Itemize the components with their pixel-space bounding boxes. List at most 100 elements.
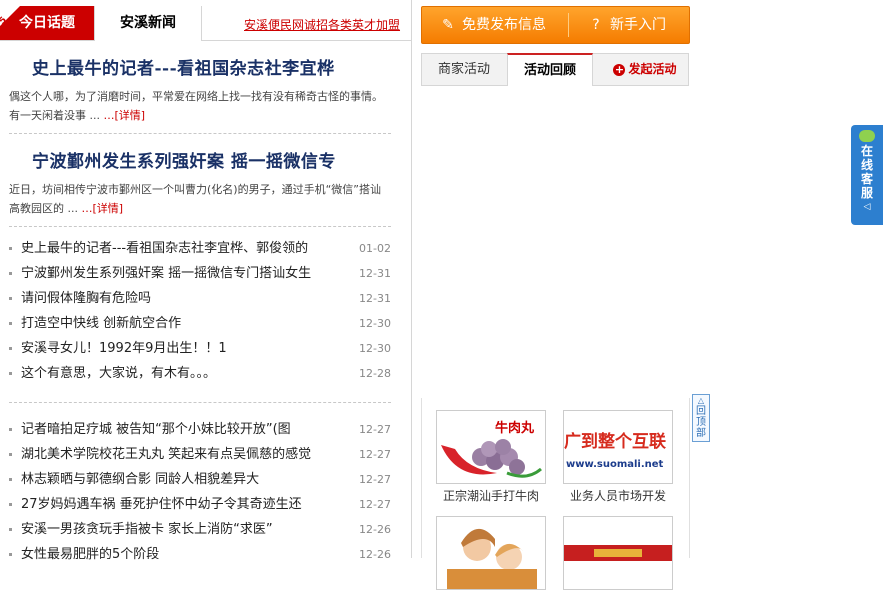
news-date: 12-30 [359, 342, 391, 355]
bullet-icon [9, 453, 12, 456]
news-link[interactable]: 请问假体隆胸有危险吗 [21, 286, 341, 311]
news-date: 12-28 [359, 367, 391, 380]
list-item: 安溪一男孩贪玩手指被卡 家长上消防“求医” 12-26 [9, 517, 391, 542]
list-item: 史上最牛的记者---看祖国杂志社李宜桦、郭俊领的 01-02 [9, 236, 391, 261]
back-to-top-button[interactable]: △ 回顶部 [692, 394, 710, 442]
details-link[interactable]: …[详情] [104, 109, 146, 122]
ad-image-text: 广到整个互联 [564, 432, 666, 452]
news-link[interactable]: 史上最牛的记者---看祖国杂志社李宜桦、郭俊领的 [21, 236, 341, 261]
bullet-icon [9, 272, 12, 275]
arrow-left-icon: ◁ [863, 202, 871, 212]
divider [9, 402, 391, 403]
ad-item[interactable] [436, 516, 546, 590]
news-link[interactable]: 安溪寻女儿！1992年9月出生！！1 [21, 336, 341, 361]
featured-summary-text: 近日，坊间相传宁波市鄞州区一个叫曹力(化名)的男子，通过手机“微信”搭讪高教园区… [9, 183, 381, 215]
news-date: 12-31 [359, 292, 391, 305]
tab-today-topic-label: 今日话题 [19, 15, 75, 31]
plus-icon: + [613, 63, 626, 76]
ad-gallery: 牛肉丸 正宗潮汕手打牛肉 广到整个互联 www.suomali.net 业务人员… [421, 398, 690, 590]
activity-tabs: 商家活动 活动回顾 + 发起活动 [421, 53, 689, 86]
list-item: 林志颖晒与郭德纲合影 同龄人相貌差异大 12-27 [9, 467, 391, 492]
featured-title[interactable]: 宁波鄞州发生系列强奸案 摇一摇微信专 [9, 147, 391, 172]
action-bar: ✎ 免费发布信息 ? 新手入门 [421, 6, 690, 44]
list-item: 27岁妈妈遇车祸 垂死护住怀中幼子令其奇迹生还 12-27 [9, 492, 391, 517]
bullet-icon [9, 478, 12, 481]
details-link[interactable]: …[详情] [82, 202, 124, 215]
news-tabbar: 5 今日话题 安溪新闻 安溪便民网诚招各类英才加盟 [0, 6, 411, 41]
featured-summary-text: 偶这个人哪，为了消磨时间，平常爱在网络上找一找有没有稀奇古怪的事情。有一天闲着没… [9, 90, 383, 122]
marketing-image: 广到整个互联 www.suomali.net [563, 410, 673, 484]
news-link[interactable]: 宁波鄞州发生系列强奸案 摇一摇微信专门搭讪女生 [21, 261, 341, 286]
news-list: 记者暗拍足疗城 被告知“那个小妹比较开放”(图 12-27 湖北美术学院校花王丸丸… [9, 417, 391, 567]
news-link[interactable]: 湖北美术学院校花王丸丸 笑起来有点吴佩慈的感觉 [21, 442, 341, 467]
family-photo-graphic [447, 528, 537, 589]
list-item: 请问假体隆胸有危险吗 12-31 [9, 286, 391, 311]
beginner-guide-label: 新手入门 [610, 17, 666, 33]
launch-activity-button[interactable]: + 发起活动 [602, 54, 688, 85]
divider [9, 133, 391, 134]
ad-image-subtext: www.suomali.net [566, 459, 664, 470]
news-date: 12-26 [359, 548, 391, 561]
list-item: 女性最易肥胖的5个阶段 12-26 [9, 542, 391, 567]
bullet-icon [9, 553, 12, 556]
news-link[interactable]: 女性最易肥胖的5个阶段 [21, 542, 341, 567]
news-link[interactable]: 安溪一男孩贪玩手指被卡 家长上消防“求医” [21, 517, 341, 542]
bullet-icon [9, 297, 12, 300]
family-photo [436, 516, 546, 590]
online-service-tab[interactable]: 在线客服 ◁ [851, 125, 883, 225]
news-link[interactable]: 这个有意思，大家说，有木有。。。 [21, 361, 341, 386]
bullet-icon [9, 247, 12, 250]
tab-today-topic[interactable]: 5 今日话题 [0, 6, 94, 40]
featured-summary: 近日，坊间相传宁波市鄞州区一个叫曹力(化名)的男子，通过手机“微信”搭讪高教园区… [9, 180, 391, 218]
ad-item[interactable] [563, 516, 673, 590]
news-date: 12-27 [359, 423, 391, 436]
news-date: 12-27 [359, 498, 391, 511]
list-item: 安溪寻女儿！1992年9月出生！！1 12-30 [9, 336, 391, 361]
news-date: 12-31 [359, 267, 391, 280]
product-photo-graphic [564, 545, 672, 561]
back-to-top-label: 回顶部 [696, 406, 706, 439]
news-panel: 5 今日话题 安溪新闻 安溪便民网诚招各类英才加盟 史上最牛的记者---看祖国杂… [0, 0, 412, 562]
news-link[interactable]: 打造空中快线 创新航空合作 [21, 311, 341, 336]
ad-image-text: 牛肉丸 [495, 421, 535, 436]
tab-activity-review[interactable]: 活动回顾 [507, 53, 593, 86]
bullet-icon [9, 503, 12, 506]
recruit-link[interactable]: 安溪便民网诚招各类英才加盟 [244, 16, 400, 33]
featured-title[interactable]: 史上最牛的记者---看祖国杂志社李宜桦 [9, 54, 391, 79]
featured-summary: 偶这个人哪，为了消磨时间，平常爱在网络上找一找有没有稀奇古怪的事情。有一天闲着没… [9, 87, 391, 125]
list-item: 这个有意思，大家说，有木有。。。 12-28 [9, 361, 391, 386]
bullet-icon [9, 372, 12, 375]
bullet-icon [9, 528, 12, 531]
news-link[interactable]: 27岁妈妈遇车祸 垂死护住怀中幼子令其奇迹生还 [21, 492, 341, 517]
list-item: 湖北美术学院校花王丸丸 笑起来有点吴佩慈的感觉 12-27 [9, 442, 391, 467]
publish-info-button[interactable]: ✎ 免费发布信息 [440, 7, 546, 43]
online-service-label: 在线客服 [860, 144, 873, 200]
pencil-icon: ✎ [442, 17, 454, 33]
divider [9, 226, 391, 227]
news-date: 12-27 [359, 448, 391, 461]
list-item: 记者暗拍足疗城 被告知“那个小妹比较开放”(图 12-27 [9, 417, 391, 442]
beef-ball-image: 牛肉丸 [436, 410, 546, 484]
news-list: 史上最牛的记者---看祖国杂志社李宜桦、郭俊领的 01-02 宁波鄞州发生系列强奸… [9, 236, 391, 386]
launch-activity-label: 发起活动 [628, 62, 677, 76]
beginner-guide-button[interactable]: ? 新手入门 [588, 7, 666, 43]
ad-item[interactable]: 牛肉丸 正宗潮汕手打牛肉 [436, 410, 546, 504]
question-icon: ? [592, 17, 600, 33]
ad-caption: 正宗潮汕手打牛肉 [442, 489, 539, 503]
list-item: 打造空中快线 创新航空合作 12-30 [9, 311, 391, 336]
list-item: 宁波鄞州发生系列强奸案 摇一摇微信专门搭讪女生 12-31 [9, 261, 391, 286]
tab-merchant-activity[interactable]: 商家活动 [422, 54, 506, 85]
news-date: 01-02 [359, 242, 391, 255]
chat-bubble-icon [859, 130, 875, 142]
arrow-up-icon: △ [697, 396, 705, 405]
tab-anxi-news[interactable]: 安溪新闻 [94, 6, 202, 41]
news-link[interactable]: 记者暗拍足疗城 被告知“那个小妹比较开放”(图 [21, 417, 341, 442]
bullet-icon [9, 322, 12, 325]
news-link[interactable]: 林志颖晒与郭德纲合影 同龄人相貌差异大 [21, 467, 341, 492]
publish-info-label: 免费发布信息 [462, 17, 546, 33]
news-date: 12-26 [359, 523, 391, 536]
news-date: 12-30 [359, 317, 391, 330]
ad-item[interactable]: 广到整个互联 www.suomali.net 业务人员市场开发 [563, 410, 673, 504]
product-photo [563, 516, 673, 590]
bullet-icon [9, 428, 12, 431]
